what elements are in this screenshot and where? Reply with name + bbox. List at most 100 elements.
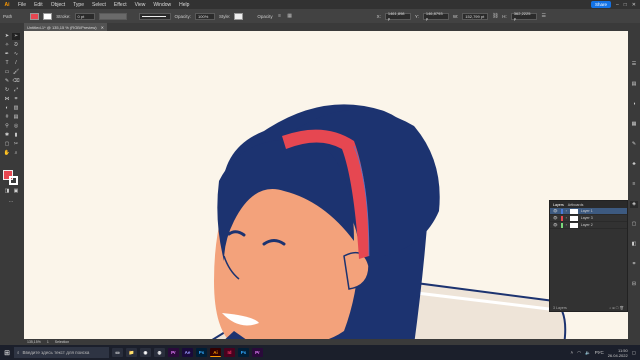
menu-effect[interactable]: Effect xyxy=(110,2,131,8)
indesign-icon[interactable]: Id xyxy=(224,348,235,357)
menu-file[interactable]: File xyxy=(14,2,30,8)
color-icon[interactable]: ◑ xyxy=(630,101,638,108)
minimize-button[interactable]: – xyxy=(616,2,619,8)
libraries-icon[interactable]: ▤ xyxy=(630,81,638,88)
brush-definition-field[interactable] xyxy=(138,12,171,20)
pen-tool-icon[interactable]: ✒ xyxy=(3,51,11,58)
premiere-icon[interactable]: Pr xyxy=(168,348,179,357)
photoshop-icon[interactable]: Ps xyxy=(196,348,207,357)
slice-tool-icon[interactable]: ✂ xyxy=(12,141,20,148)
symbol-sprayer-icon[interactable]: ✱ xyxy=(3,132,11,139)
free-transform-icon[interactable]: ⌗ xyxy=(12,96,20,103)
draw-mode-icon[interactable]: ◨ xyxy=(3,188,11,195)
task-view-icon[interactable]: ▭ xyxy=(112,348,123,357)
swatches-icon[interactable]: ▦ xyxy=(630,121,638,128)
chevron-up-icon[interactable]: ˄ xyxy=(571,350,574,355)
pencil-tool-icon[interactable]: ✎ xyxy=(3,78,11,85)
link-icon[interactable]: ⛓ xyxy=(492,13,498,19)
scale-tool-icon[interactable]: ⤢ xyxy=(12,87,20,94)
width-tool-icon[interactable]: ⋈ xyxy=(3,96,11,103)
chevron-right-icon[interactable]: › xyxy=(566,223,567,227)
layer-name[interactable]: Layer 3 xyxy=(581,216,593,220)
zoom-level[interactable]: 135,15% xyxy=(27,340,41,344)
artboard-canvas[interactable] xyxy=(24,31,628,345)
graph-tool-icon[interactable]: ▮ xyxy=(12,132,20,139)
photoshop-2-icon[interactable]: Ps xyxy=(238,348,249,357)
h-field[interactable]: 362,2225 p xyxy=(510,11,537,21)
artboard-number[interactable]: 1 xyxy=(47,340,49,344)
opacity-field[interactable]: 100% xyxy=(195,12,216,20)
stroke-weight-field[interactable]: 0 pt xyxy=(74,12,95,20)
magic-wand-icon[interactable]: ✧ xyxy=(3,42,11,49)
artboards-icon[interactable]: ▢ xyxy=(630,221,638,228)
transform-panel-icon[interactable]: ⌗ xyxy=(630,261,638,268)
stroke-color-box[interactable] xyxy=(9,176,18,185)
layer-row[interactable]: 👁 › Layer 1 xyxy=(550,208,627,215)
illustrator-icon[interactable]: Ai xyxy=(210,348,221,357)
windows-start-icon[interactable]: ⊞ xyxy=(0,345,14,360)
menu-object[interactable]: Object xyxy=(47,2,69,8)
type-tool-icon[interactable]: T xyxy=(3,60,11,67)
tab-artboards[interactable]: Artboards xyxy=(568,203,584,207)
eraser-tool-icon[interactable]: ⌫ xyxy=(12,78,20,85)
menu-select[interactable]: Select xyxy=(88,2,110,8)
layer-row[interactable]: 👁 › Layer 3 xyxy=(550,215,627,222)
chevron-right-icon[interactable]: › xyxy=(566,216,567,220)
file-explorer-icon[interactable]: 📁 xyxy=(126,348,137,357)
x-field[interactable]: 1461,898 p xyxy=(384,11,411,21)
rectangle-tool-icon[interactable]: ▭ xyxy=(3,69,11,76)
blend-tool-icon[interactable]: ◎ xyxy=(12,123,20,130)
tab-layers[interactable]: Layers xyxy=(553,203,564,207)
opacity-panel-label[interactable]: Opacity xyxy=(257,14,272,19)
transform-options-icon[interactable]: ☰ xyxy=(541,13,547,19)
menu-window[interactable]: Window xyxy=(149,2,175,8)
screen-mode-icon[interactable]: ▣ xyxy=(12,188,20,195)
perspective-grid-icon[interactable]: ▥ xyxy=(12,105,20,112)
y-field[interactable]: 146,8793 p xyxy=(422,11,449,21)
eyedropper-icon[interactable]: ⚲ xyxy=(3,123,11,130)
selection-tool-icon[interactable]: ➤ xyxy=(3,33,11,40)
edit-toolbar-icon[interactable]: … xyxy=(7,198,15,205)
layers-panel-icon[interactable]: ◈ xyxy=(630,201,638,208)
line-tool-icon[interactable]: / xyxy=(12,60,20,67)
hand-tool-icon[interactable]: ✋ xyxy=(3,150,11,157)
artboard-tool-icon[interactable]: ▢ xyxy=(3,141,11,148)
gradient-tool-icon[interactable]: ▤ xyxy=(12,114,20,121)
properties-icon[interactable]: ☰ xyxy=(630,61,638,68)
layer-name[interactable]: Layer 2 xyxy=(581,223,593,227)
taskbar-search[interactable]: ⌕ Введите здесь текст для поиска xyxy=(14,347,109,358)
zoom-tool-icon[interactable]: ⌕ xyxy=(12,150,20,157)
close-button[interactable]: ✕ xyxy=(632,2,636,8)
eye-icon[interactable]: 👁 xyxy=(553,223,558,227)
paintbrush-icon[interactable]: 🖌 xyxy=(12,69,20,76)
clock[interactable]: 11:50 26.04.2022 xyxy=(608,348,628,358)
menu-edit[interactable]: Edit xyxy=(30,2,47,8)
stroke-swatch[interactable] xyxy=(43,12,53,20)
layer-row[interactable]: 👁 › Layer 2 xyxy=(550,222,627,229)
network-icon[interactable]: ◠ xyxy=(577,350,581,356)
after-effects-icon[interactable]: Ae xyxy=(182,348,193,357)
layer-name[interactable]: Layer 1 xyxy=(581,209,593,213)
graphic-style-swatch[interactable] xyxy=(234,12,244,20)
direct-selection-tool-icon[interactable]: ➢ xyxy=(12,33,20,40)
maximize-button[interactable]: □ xyxy=(624,2,627,8)
transform-icon[interactable]: ▦ xyxy=(287,13,293,19)
variable-width-field[interactable] xyxy=(98,12,127,20)
chrome-icon[interactable]: ◍ xyxy=(154,348,165,357)
curvature-tool-icon[interactable]: ∿ xyxy=(12,51,20,58)
layers-footer-icons[interactable]: ⌕ ⊞ ▢ 🗑 xyxy=(609,306,627,310)
eye-icon[interactable]: 👁 xyxy=(553,209,558,213)
tab-close-icon[interactable]: ✕ xyxy=(101,25,104,30)
share-button[interactable]: Share xyxy=(590,1,611,8)
premiere-2-icon[interactable]: Pr xyxy=(252,348,263,357)
document-tab[interactable]: Untitled-1* @ 135,15 % (RGB/Preview) ✕ xyxy=(24,23,108,31)
rotate-tool-icon[interactable]: ↻ xyxy=(3,87,11,94)
align-icon[interactable]: ≡ xyxy=(277,13,283,19)
pathfinder-icon[interactable]: ◧ xyxy=(630,241,638,248)
browser-icon[interactable]: ◉ xyxy=(140,348,151,357)
symbols-icon[interactable]: ♣ xyxy=(630,161,638,168)
mesh-tool-icon[interactable]: # xyxy=(3,114,11,121)
volume-icon[interactable]: 🔈 xyxy=(585,350,591,356)
menu-view[interactable]: View xyxy=(131,2,150,8)
menu-help[interactable]: Help xyxy=(175,2,193,8)
